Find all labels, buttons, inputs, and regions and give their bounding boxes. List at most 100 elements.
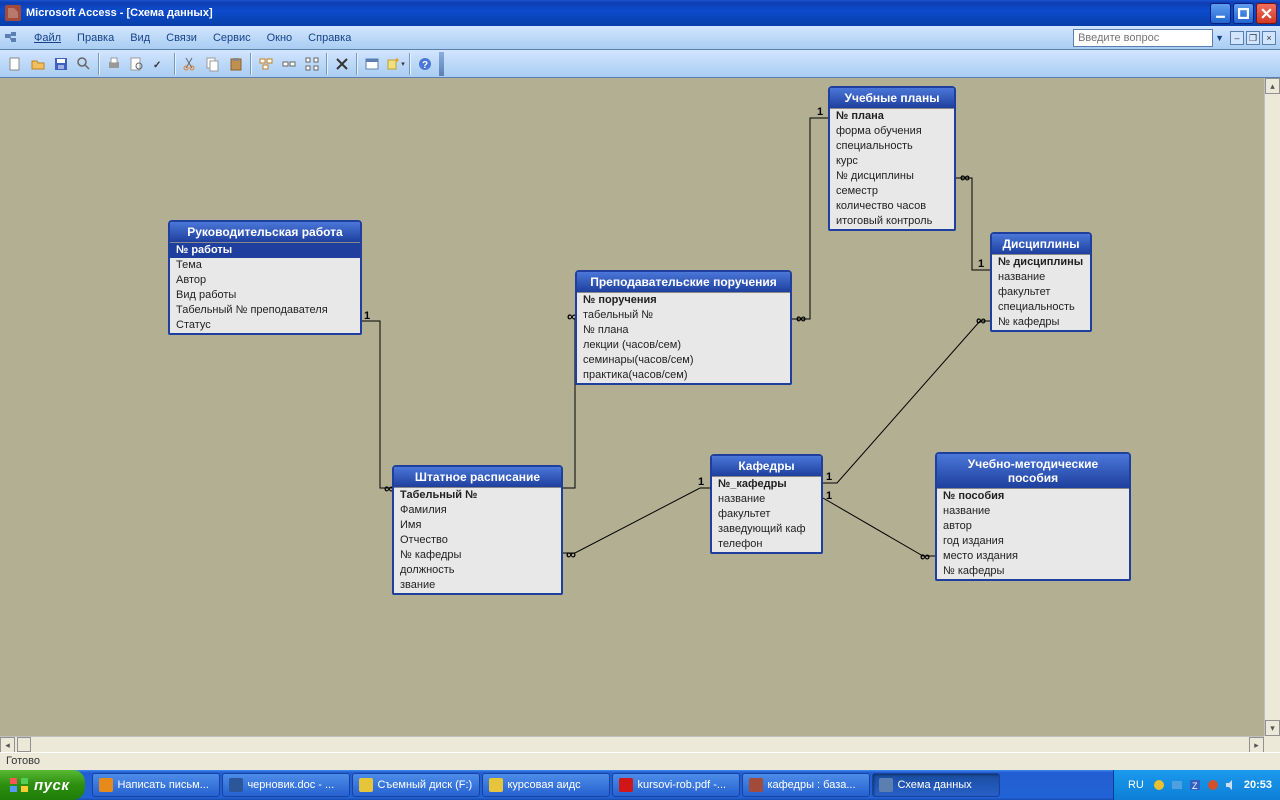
table-field[interactable]: Отчество (394, 533, 561, 548)
print-icon[interactable] (103, 53, 125, 75)
table-field[interactable]: № пособия (937, 489, 1129, 504)
table-shtatnoe-raspisanie[interactable]: Штатное расписание Табельный №ФамилияИмя… (392, 465, 563, 595)
table-field[interactable]: Вид работы (170, 288, 360, 303)
table-field[interactable]: № работы (170, 243, 360, 258)
db-window-icon[interactable] (361, 53, 383, 75)
table-kafedry[interactable]: Кафедры №_кафедрыназваниефакультетзаведу… (710, 454, 823, 554)
save-icon[interactable] (50, 53, 72, 75)
table-field[interactable]: название (992, 270, 1090, 285)
lang-indicator[interactable]: RU (1128, 779, 1144, 791)
menu-view[interactable]: Вид (122, 29, 158, 47)
table-field[interactable]: № поручения (577, 293, 790, 308)
table-field[interactable]: Статус (170, 318, 360, 333)
start-button[interactable]: пуск (0, 770, 85, 800)
table-field[interactable]: курс (830, 154, 954, 169)
delete-icon[interactable] (331, 53, 353, 75)
help-icon[interactable]: ? (414, 53, 436, 75)
tray-icon[interactable] (1170, 778, 1184, 792)
search-icon[interactable] (73, 53, 95, 75)
table-field[interactable]: № дисциплины (992, 255, 1090, 270)
table-field[interactable]: семинары(часов/сем) (577, 353, 790, 368)
taskbar-item[interactable]: Схема данных (872, 773, 1000, 797)
table-field[interactable]: место издания (937, 549, 1129, 564)
scroll-up-icon[interactable]: ▴ (1265, 78, 1280, 94)
table-field[interactable]: практика(часов/сем) (577, 368, 790, 383)
mdi-close-button[interactable]: × (1262, 31, 1276, 45)
table-field[interactable]: звание (394, 578, 561, 593)
table-field[interactable]: Табельный № преподавателя (170, 303, 360, 318)
open-icon[interactable] (27, 53, 49, 75)
new-icon[interactable] (4, 53, 26, 75)
cut-icon[interactable] (179, 53, 201, 75)
scroll-down-icon[interactable]: ▾ (1265, 720, 1280, 736)
table-field[interactable]: Фамилия (394, 503, 561, 518)
table-rukovoditelskaya-rabota[interactable]: Руководительская работа № работыТемаАвто… (168, 220, 362, 335)
table-field[interactable]: Имя (394, 518, 561, 533)
relationships-canvas[interactable]: 1 ∞ 1 ∞ ∞ 1 ∞ 1 ∞ 1 1 ∞ 1 ∞ Руководитель… (0, 78, 1280, 752)
taskbar-item[interactable]: Съемный диск (F:) (352, 773, 480, 797)
menu-help[interactable]: Справка (300, 29, 359, 47)
table-field[interactable]: специальность (830, 139, 954, 154)
table-field[interactable]: № кафедры (937, 564, 1129, 579)
system-tray[interactable]: RU Z 20:53 (1113, 770, 1280, 800)
table-field[interactable]: специальность (992, 300, 1090, 315)
show-table-icon[interactable] (255, 53, 277, 75)
print-preview-icon[interactable] (126, 53, 148, 75)
table-field[interactable]: № кафедры (992, 315, 1090, 330)
maximize-button[interactable] (1233, 3, 1254, 24)
table-field[interactable]: лекции (часов/сем) (577, 338, 790, 353)
tray-icon[interactable] (1206, 778, 1220, 792)
scroll-right-icon[interactable]: ▸ (1249, 737, 1264, 752)
table-prepodavatelskie-porucheniya[interactable]: Преподавательские поручения № порученият… (575, 270, 792, 385)
table-field[interactable]: № плана (577, 323, 790, 338)
ask-question-input[interactable] (1073, 29, 1213, 47)
menu-edit[interactable]: Правка (69, 29, 122, 47)
table-field[interactable]: название (712, 492, 821, 507)
table-field[interactable]: № дисциплины (830, 169, 954, 184)
taskbar-item[interactable]: курсовая аидс (482, 773, 610, 797)
table-field[interactable]: Автор (170, 273, 360, 288)
taskbar-item[interactable]: кафедры : база... (742, 773, 870, 797)
vertical-scrollbar[interactable]: ▴ ▾ (1264, 78, 1280, 736)
table-field[interactable]: №_кафедры (712, 477, 821, 492)
table-field[interactable]: табельный № (577, 308, 790, 323)
table-field[interactable]: количество часов (830, 199, 954, 214)
table-field[interactable]: заведующий каф (712, 522, 821, 537)
taskbar-item[interactable]: черновик.doc - ... (222, 773, 350, 797)
table-field[interactable]: № кафедры (394, 548, 561, 563)
menu-links[interactable]: Связи (158, 29, 205, 47)
table-field[interactable]: итоговый контроль (830, 214, 954, 229)
table-field[interactable]: № плана (830, 109, 954, 124)
table-field[interactable]: факультет (992, 285, 1090, 300)
horizontal-scrollbar[interactable]: ◂ ▸ (0, 736, 1264, 752)
table-field[interactable]: название (937, 504, 1129, 519)
table-field[interactable]: должность (394, 563, 561, 578)
table-discipliny[interactable]: Дисциплины № дисциплиныназваниефакультет… (990, 232, 1092, 332)
tray-icon[interactable]: Z (1188, 778, 1202, 792)
table-field[interactable]: Тема (170, 258, 360, 273)
table-uchebno-metodicheskie-posobiya[interactable]: Учебно-методические пособия № пособияназ… (935, 452, 1131, 581)
new-object-icon[interactable]: ▾ (384, 53, 406, 75)
menu-file[interactable]: Файл (26, 29, 69, 47)
clock[interactable]: 20:53 (1244, 779, 1272, 791)
minimize-button[interactable] (1210, 3, 1231, 24)
mdi-minimize-button[interactable]: ‒ (1230, 31, 1244, 45)
table-field[interactable]: телефон (712, 537, 821, 552)
mdi-restore-button[interactable]: ❐ (1246, 31, 1260, 45)
spelling-icon[interactable]: ✓ (149, 53, 171, 75)
menu-service[interactable]: Сервис (205, 29, 259, 47)
paste-icon[interactable] (225, 53, 247, 75)
table-uchebnye-plany[interactable]: Учебные планы № планаформа обученияспеци… (828, 86, 956, 231)
copy-icon[interactable] (202, 53, 224, 75)
show-all-icon[interactable] (301, 53, 323, 75)
scrollbar-thumb[interactable] (17, 737, 31, 752)
menu-window[interactable]: Окно (259, 29, 301, 47)
show-direct-icon[interactable] (278, 53, 300, 75)
table-field[interactable]: форма обучения (830, 124, 954, 139)
close-button[interactable] (1256, 3, 1277, 24)
table-field[interactable]: факультет (712, 507, 821, 522)
tray-icon[interactable] (1152, 778, 1166, 792)
table-field[interactable]: семестр (830, 184, 954, 199)
table-field[interactable]: автор (937, 519, 1129, 534)
taskbar-item[interactable]: Написать письм... (92, 773, 220, 797)
